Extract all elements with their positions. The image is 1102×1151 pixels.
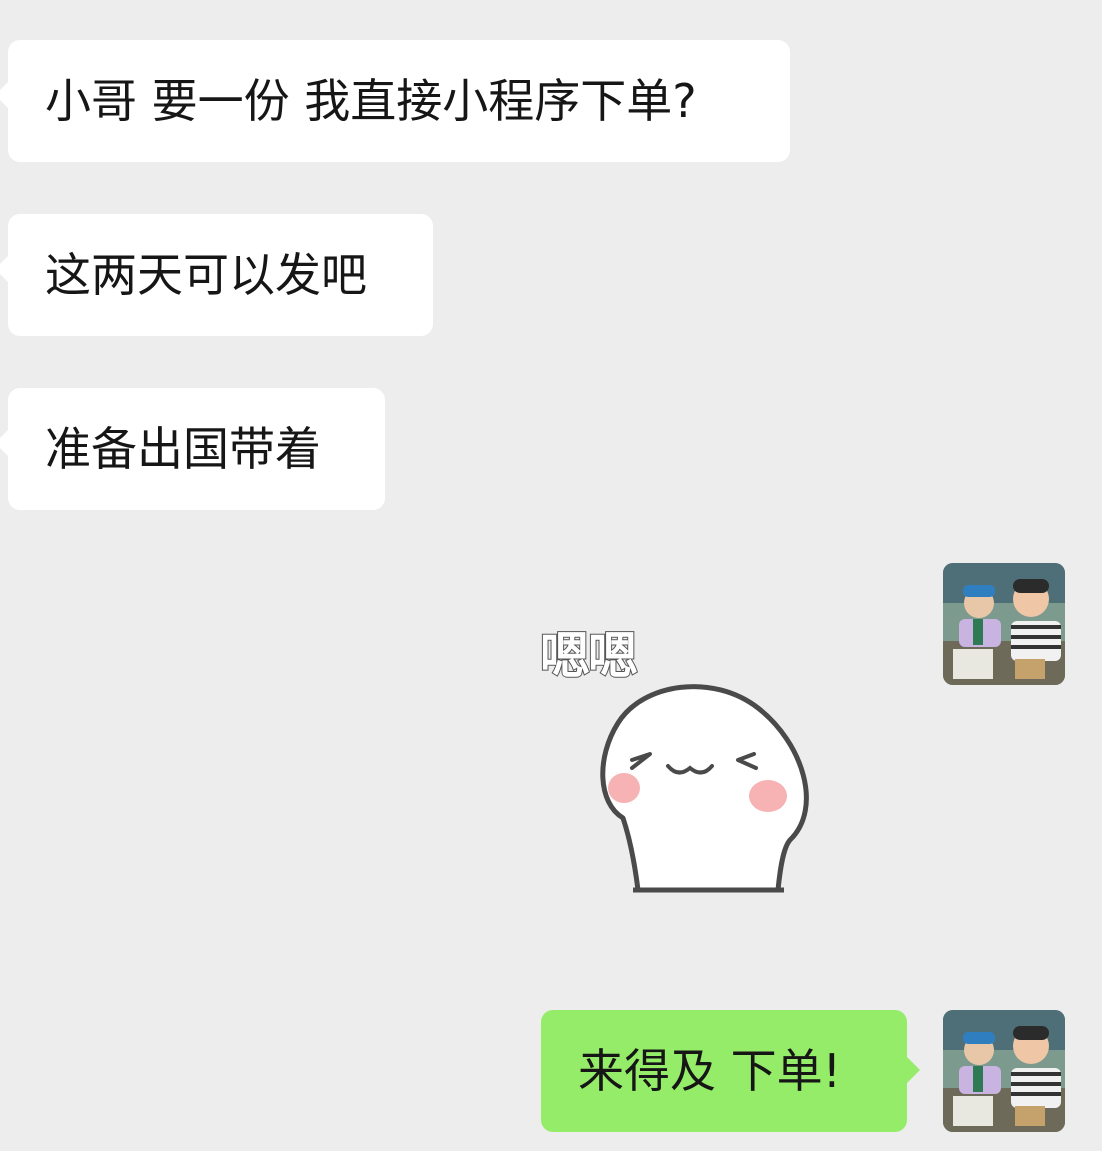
avatar-photo-icon: [943, 563, 1065, 685]
incoming-message-bubble[interactable]: 这两天可以发吧: [0, 214, 433, 336]
message-text: 来得及 下单!: [578, 1044, 842, 1098]
incoming-message-bubble[interactable]: 准备出国带着: [0, 388, 385, 510]
incoming-message-bubble[interactable]: 小哥 要一份 我直接小程序下单?: [0, 40, 790, 162]
message-text: 这两天可以发吧: [45, 248, 367, 302]
sticker-caption: 嗯嗯: [539, 626, 639, 686]
user-avatar[interactable]: [943, 563, 1065, 685]
avatar-photo-icon: [943, 1010, 1065, 1132]
outgoing-message-bubble[interactable]: 来得及 下单!: [541, 1010, 920, 1132]
user-avatar[interactable]: [943, 1010, 1065, 1132]
message-text: 准备出国带着: [45, 422, 321, 476]
message-text: 小哥 要一份 我直接小程序下单?: [45, 74, 697, 128]
